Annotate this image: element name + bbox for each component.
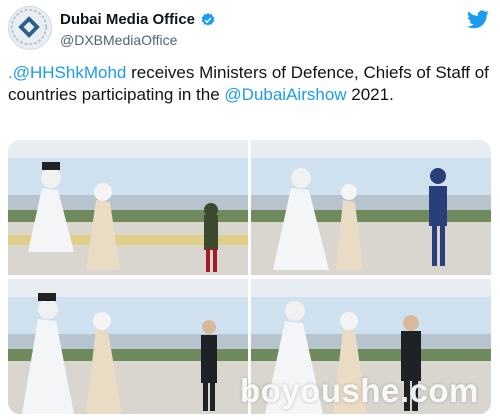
tweet-text: .@HHShkMohd receives Ministers of Defenc… [8, 62, 492, 106]
tweet-body-2: 2021. [346, 85, 394, 104]
verified-badge-icon [201, 12, 215, 26]
dubai-media-office-logo-icon [10, 8, 48, 46]
avatar[interactable] [8, 6, 52, 50]
photo-3[interactable] [8, 279, 248, 414]
mention-link[interactable]: .@HHShkMohd [8, 63, 126, 82]
twitter-bird-icon[interactable] [466, 8, 490, 32]
display-name[interactable]: Dubai Media Office [60, 11, 195, 28]
airshow-link[interactable]: @DubaiAirshow [224, 85, 346, 104]
user-handle[interactable]: @DXBMediaOffice [60, 32, 177, 48]
photo-1[interactable] [8, 140, 248, 275]
watermark-text: boyoushe.com [240, 372, 479, 409]
photo-2[interactable] [251, 140, 491, 275]
tweet-header: Dubai Media Office @DXBMediaOffice [8, 6, 492, 52]
